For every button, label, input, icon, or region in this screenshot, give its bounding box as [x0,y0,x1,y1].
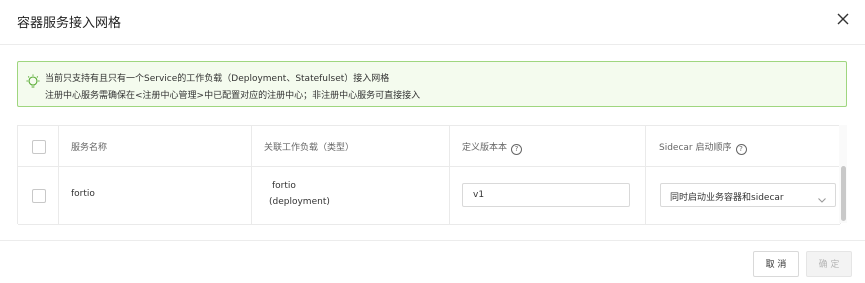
header-version-cell: 定义版本本? [449,126,646,166]
version-input[interactable]: v1 [462,183,630,207]
row-workload-cell: fortio (deployment) [251,167,450,224]
confirm-button[interactable]: 确 定 [806,251,852,277]
row-service-name-cell: fortio [58,167,252,224]
header-sidecar-cell: Sidecar 启动顺序? [645,126,841,166]
header-sidecar-order: Sidecar 启动顺序 [659,143,732,153]
table-row: fortio fortio (deployment) v1 同时启动业务容器和s… [18,167,840,225]
help-circle-icon[interactable]: ? [735,144,747,155]
header-checkbox-cell [18,126,58,166]
notice-line-2: 注册中心服务需确保在<注册中心管理>中已配置对应的注册中心；非注册中心服务可直接… [45,91,421,101]
header-workload: 关联工作负载（类型） [264,143,355,153]
table-header: 服务名称 关联工作负载（类型） 定义版本本? Sidecar 启动顺序? [18,126,840,167]
header-service-name-cell: 服务名称 [58,126,252,166]
lightbulb-icon [25,74,41,90]
dialog-header: 容器服务接入网格 [0,0,865,45]
version-input-value: v1 [473,190,485,200]
header-workload-cell: 关联工作负载（类型） [251,126,450,166]
sidecar-order-value: 同时启动业务容器和sidecar [670,193,784,203]
select-all-checkbox[interactable] [32,140,46,154]
row-checkbox-cell [18,167,58,224]
dialog-footer: 取 消 确 定 [0,240,865,283]
close-icon[interactable] [835,11,851,27]
header-service-name: 服务名称 [71,143,108,153]
chevron-down-icon [817,190,827,203]
row-workload-name: fortio [272,181,296,191]
notice-line-1: 当前只支持有且只有一个Service的工作负载（Deployment、State… [45,74,390,84]
sidecar-order-select[interactable]: 同时启动业务容器和sidecar [660,183,836,207]
header-version: 定义版本本 [462,143,508,153]
services-table: 服务名称 关联工作负载（类型） 定义版本本? Sidecar 启动顺序? for… [17,125,841,225]
help-circle-icon[interactable]: ? [511,144,523,155]
notice-banner: 当前只支持有且只有一个Service的工作负载（Deployment、State… [17,61,847,107]
row-checkbox[interactable] [32,189,46,203]
cancel-button[interactable]: 取 消 [753,251,799,277]
row-workload-type: (deployment) [269,197,330,207]
table-scrollbar-thumb[interactable] [841,166,846,221]
dialog-title: 容器服务接入网格 [17,16,122,31]
row-service-name: fortio [71,189,95,199]
dialog: 容器服务接入网格 当前只支持有且只有一个Service的工作负载（Deploym… [0,0,865,282]
